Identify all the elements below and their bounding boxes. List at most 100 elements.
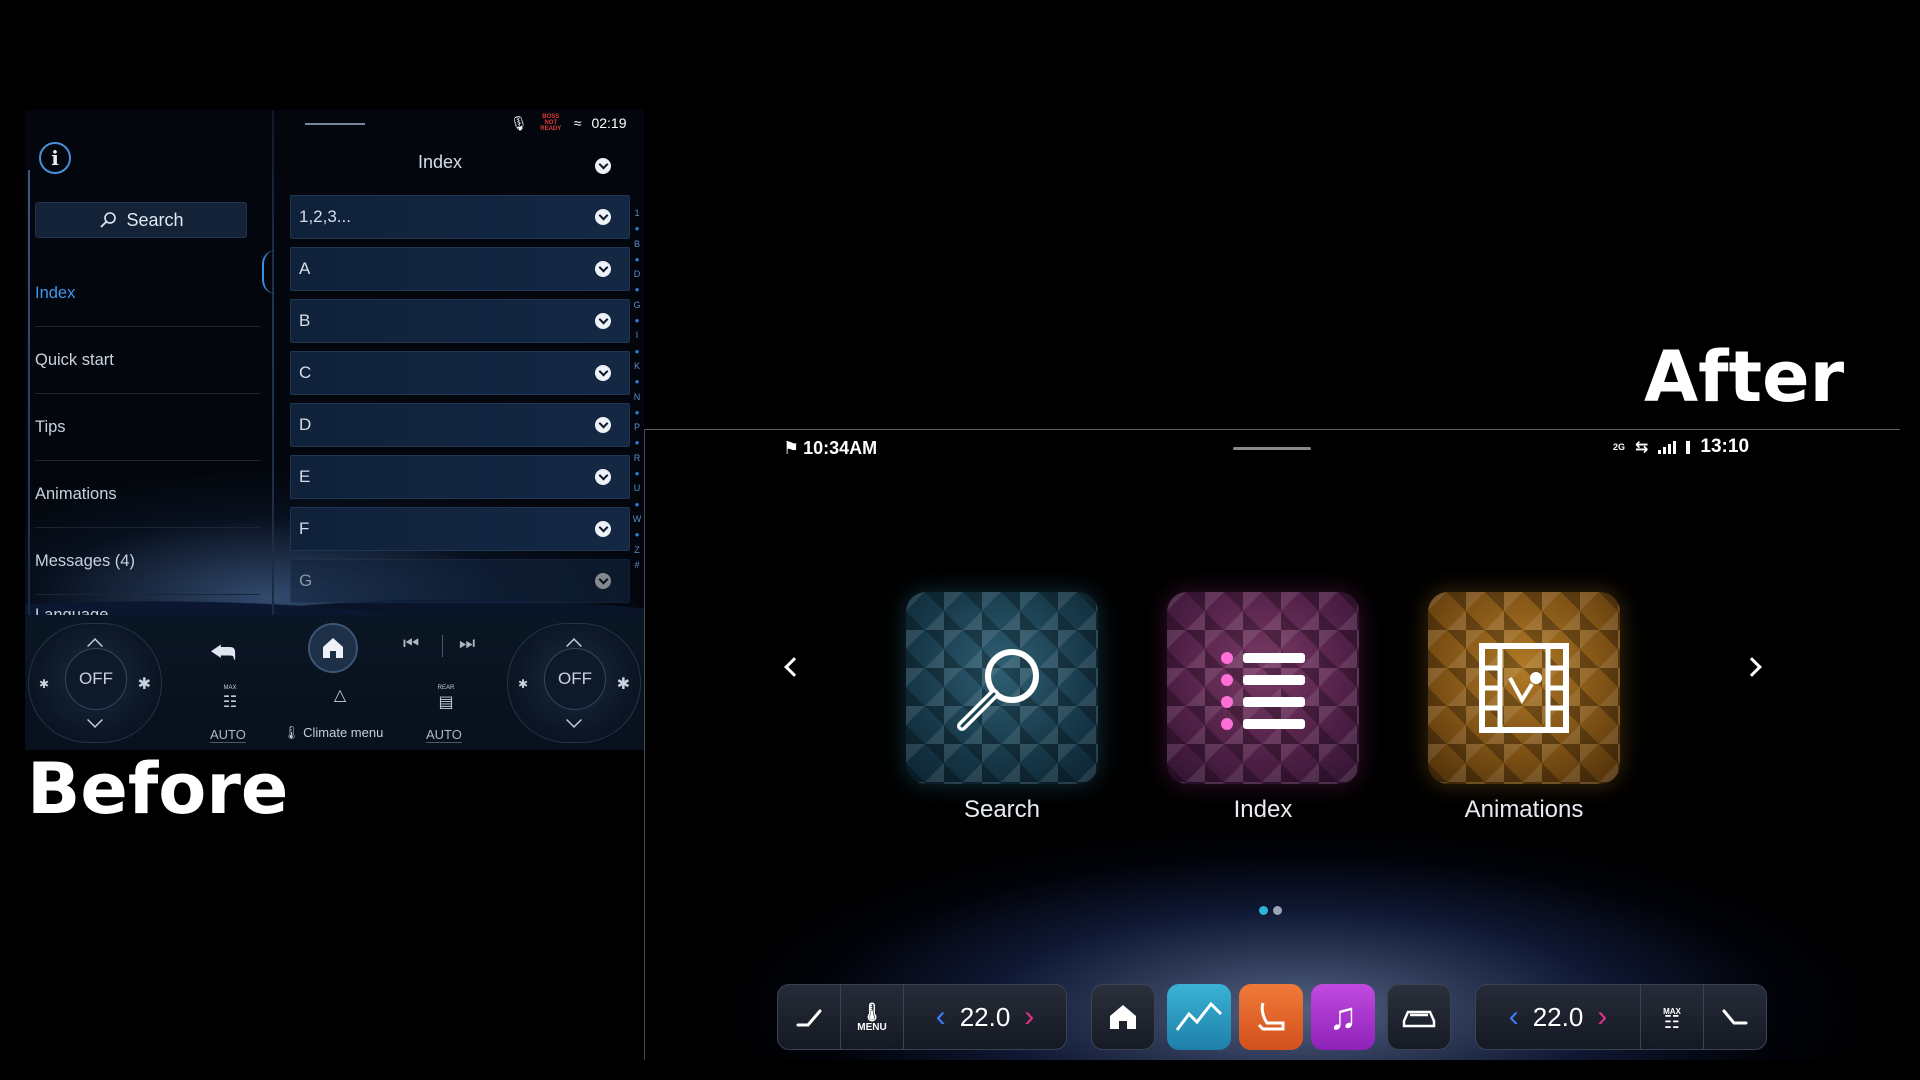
magnifier-icon	[957, 649, 1039, 731]
list-item[interactable]: B	[290, 299, 630, 343]
climate-bar: ✱ OFF ✱ ⮪ ⏮ ⏭ MAX ☷ △ REAR ▤ AUTO 🌡 Climat…	[25, 615, 644, 750]
fan-low-icon[interactable]: ✱	[518, 677, 528, 691]
temp-decrease-icon[interactable]: ‹	[936, 1000, 946, 1034]
signal-icon	[1658, 440, 1677, 454]
temp-increase-icon[interactable]: ›	[1597, 1000, 1607, 1034]
home-button[interactable]	[1091, 984, 1155, 1050]
info-icon[interactable]: i	[39, 142, 71, 174]
left-temperature-value: 22.0	[959, 1001, 1011, 1032]
right-climate-knob[interactable]: ✱ OFF ✱	[507, 623, 641, 743]
fan-low-icon[interactable]: ✱	[39, 677, 49, 691]
right-auto-button[interactable]: AUTO	[426, 727, 462, 742]
search-button[interactable]: Search	[35, 202, 247, 238]
chevron-down-icon	[595, 521, 611, 537]
before-screen: i Search Index Quick start Tips Animatio…	[25, 110, 644, 750]
list-item[interactable]: F	[290, 507, 630, 551]
music-button[interactable]: ♫	[1311, 984, 1375, 1050]
back-icon[interactable]: ⮪	[210, 637, 236, 670]
list-item[interactable]: C	[290, 351, 630, 395]
max-defrost-button[interactable]: MAX ☷	[1641, 985, 1703, 1049]
status-bar: 2G ⇆ 13:10	[1613, 436, 1749, 458]
music-icon: ♫	[1328, 995, 1358, 1038]
animations-tile[interactable]	[1428, 592, 1620, 784]
list-item[interactable]: A	[290, 247, 630, 291]
sidebar-item-index[interactable]: Index	[35, 260, 260, 327]
right-fan-value: OFF	[544, 648, 606, 710]
page-dot[interactable]	[1273, 906, 1282, 915]
chevron-down-icon	[595, 209, 611, 225]
navigation-button[interactable]	[1167, 984, 1231, 1050]
seat-button[interactable]	[1239, 984, 1303, 1050]
seat-recline-icon[interactable]	[778, 985, 840, 1049]
right-climate-dock: ‹ 22.0 › MAX ☷	[1475, 984, 1767, 1050]
search-tile-label: Search	[963, 796, 1041, 823]
seat-recline-icon[interactable]	[1704, 985, 1766, 1049]
home-icon	[1110, 1005, 1136, 1029]
search-icon	[100, 212, 117, 228]
flag-icon: ⚑	[783, 438, 800, 458]
sidebar-item-quick-start[interactable]: Quick start	[35, 327, 260, 394]
sidebar-edge-line	[28, 170, 30, 620]
fan-high-icon[interactable]: ✱	[617, 674, 630, 694]
climate-menu-button[interactable]: 🌡 MENU	[841, 985, 903, 1049]
list-item[interactable]: 1,2,3...	[290, 195, 630, 239]
chevron-down-icon	[595, 417, 611, 433]
page-dot-active[interactable]	[1259, 906, 1268, 915]
divider	[442, 635, 443, 657]
film-strip-icon	[1479, 643, 1569, 733]
network-type: 2G	[1613, 441, 1626, 452]
previous-page-icon[interactable]	[784, 657, 804, 677]
home-button[interactable]	[308, 623, 358, 673]
navigation-icon	[1175, 1001, 1223, 1031]
chevron-down-icon	[595, 313, 611, 329]
status-bar: 🎙 BOSS NOT READY ≈ 02:19	[510, 114, 627, 132]
chevron-down-icon	[595, 261, 611, 277]
search-tile[interactable]	[906, 592, 1098, 784]
car-airflow-icon[interactable]: △	[320, 685, 360, 705]
chevron-down-icon[interactable]	[566, 712, 582, 728]
active-indicator	[262, 250, 276, 294]
next-track-icon[interactable]: ⏭	[459, 633, 475, 654]
temp-decrease-icon[interactable]: ‹	[1509, 1000, 1519, 1034]
sync-icon: ⇆	[1635, 439, 1649, 456]
index-tile[interactable]	[1167, 592, 1359, 784]
sidebar-item-messages[interactable]: Messages (4)	[35, 528, 260, 595]
chevron-down-icon[interactable]	[595, 158, 611, 174]
drag-handle[interactable]	[1233, 447, 1311, 450]
max-defrost-icon[interactable]: MAX ☷	[210, 685, 250, 712]
car-icon	[1402, 1010, 1436, 1028]
list-item[interactable]: E	[290, 455, 630, 499]
status-left: ⚑ 10:34AM	[783, 438, 877, 459]
before-label: Before	[27, 748, 289, 830]
search-label: Search	[126, 209, 184, 230]
climate-menu-button[interactable]: 🌡 Climate menu	[283, 725, 383, 741]
index-tile-label: Index	[1233, 796, 1293, 823]
warning-badge: BOSS NOT READY	[540, 114, 562, 132]
chevron-down-icon	[595, 365, 611, 381]
sidebar-item-animations[interactable]: Animations	[35, 461, 260, 528]
battery-icon	[1686, 440, 1691, 454]
left-auto-button[interactable]: AUTO	[210, 727, 246, 742]
chevron-down-icon[interactable]	[87, 712, 103, 728]
vehicle-button[interactable]	[1387, 984, 1451, 1050]
wifi-icon: ≈	[573, 115, 582, 131]
list-item[interactable]: G	[290, 559, 630, 603]
previous-track-icon[interactable]: ⏮	[403, 633, 419, 654]
temp-increase-icon[interactable]: ›	[1024, 1000, 1034, 1034]
rear-defrost-icon[interactable]: REAR ▤	[426, 685, 466, 712]
alphabet-scroller[interactable]: 1 ● B ● D ● G ● I ● K ● N ● P ● R ● U ● W ● Z #	[631, 206, 643, 573]
seat-icon	[1257, 1002, 1285, 1031]
animations-tile-label: Animations	[1464, 796, 1584, 823]
right-temperature-value: 22.0	[1532, 1001, 1584, 1032]
clock-left: 10:34AM	[803, 438, 878, 458]
list-item[interactable]: D	[290, 403, 630, 447]
left-temperature-control[interactable]: ‹ 22.0 ›	[904, 985, 1066, 1049]
fan-high-icon[interactable]: ✱	[138, 674, 151, 694]
sidebar-item-tips[interactable]: Tips	[35, 394, 260, 461]
drag-handle[interactable]	[305, 123, 365, 125]
next-page-icon[interactable]	[1742, 657, 1762, 677]
right-temperature-control[interactable]: ‹ 22.0 ›	[1476, 985, 1640, 1049]
mic-icon: 🎙	[510, 114, 528, 131]
left-climate-knob[interactable]: ✱ OFF ✱	[28, 623, 162, 743]
left-fan-value: OFF	[65, 648, 127, 710]
